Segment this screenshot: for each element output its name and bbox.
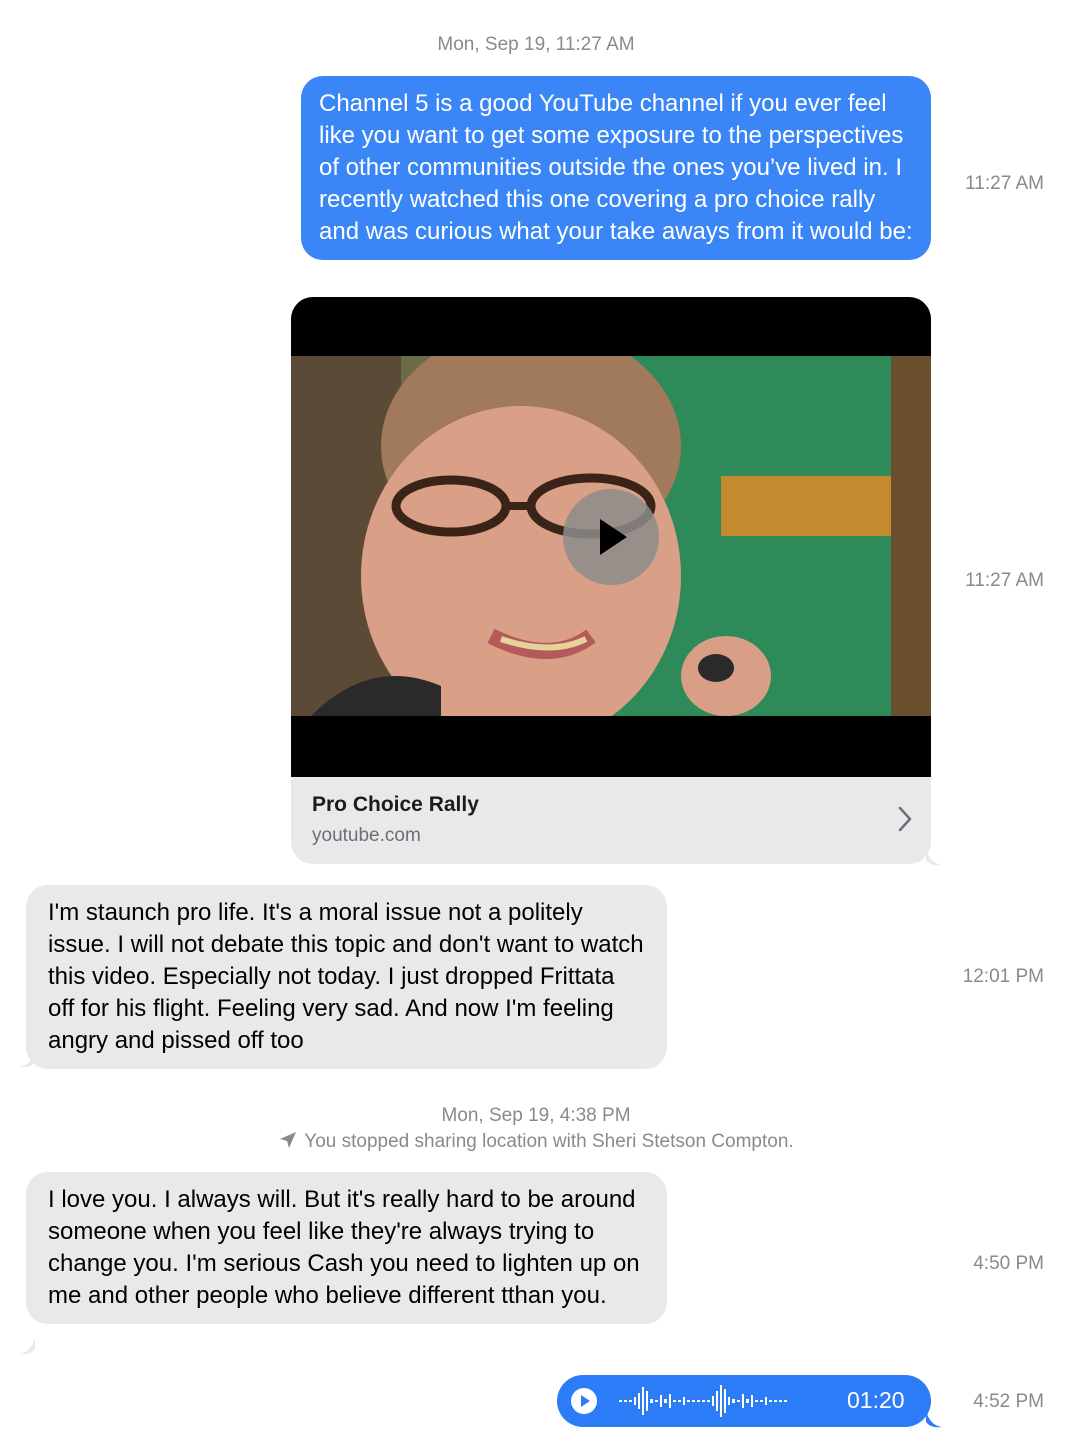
bubble-tail: [926, 1410, 942, 1428]
location-notice: You stopped sharing location with Sheri …: [0, 1130, 1072, 1153]
message-timestamp: 11:27 AM: [965, 570, 1044, 591]
audio-duration: 01:20: [847, 1387, 905, 1413]
message-timestamp: 4:50 PM: [973, 1253, 1044, 1274]
link-title: Pro Choice Rally: [312, 793, 479, 816]
message-text: Channel 5 is a good YouTube channel if y…: [319, 90, 913, 245]
date-header: Mon, Sep 19, 4:38 PM: [441, 1105, 631, 1126]
link-domain: youtube.com: [312, 825, 421, 846]
message-timestamp: 11:27 AM: [965, 173, 1044, 194]
waveform-icon: [619, 1385, 787, 1417]
outgoing-message[interactable]: Channel 5 is a good YouTube channel if y…: [301, 76, 931, 260]
play-icon: [600, 519, 627, 555]
bubble-tail: [19, 1050, 35, 1068]
link-preview-card[interactable]: Pro Choice Rally youtube.com: [291, 297, 931, 864]
play-button[interactable]: [563, 489, 659, 585]
audio-message[interactable]: 01:20: [557, 1375, 931, 1427]
message-timestamp: 12:01 PM: [962, 966, 1044, 987]
message-timestamp: 4:52 PM: [973, 1391, 1044, 1412]
audio-play-button[interactable]: [570, 1387, 598, 1415]
location-notice-text: You stopped sharing location with Sheri …: [304, 1131, 794, 1152]
bubble-tail: [19, 1337, 35, 1355]
message-text: I love you. I always will. But it's real…: [48, 1186, 640, 1309]
location-arrow-icon: [280, 1132, 297, 1148]
incoming-message[interactable]: I love you. I always will. But it's real…: [26, 1172, 667, 1324]
date-header: Mon, Sep 19, 11:27 AM: [437, 34, 635, 55]
video-thumbnail[interactable]: [291, 297, 931, 777]
chevron-right-icon: [898, 806, 912, 832]
incoming-message[interactable]: I'm staunch pro life. It's a moral issue…: [26, 885, 667, 1069]
message-text: I'm staunch pro life. It's a moral issue…: [48, 899, 644, 1054]
bubble-tail: [926, 848, 942, 866]
